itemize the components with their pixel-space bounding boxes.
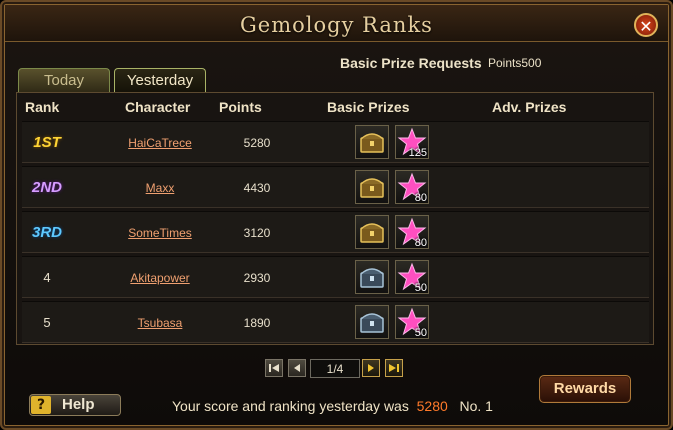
silver-chest-icon[interactable]	[355, 305, 389, 339]
silver-chest-icon[interactable]	[355, 260, 389, 294]
pink-gem-icon[interactable]: 50	[395, 305, 429, 339]
header-adv-prizes: Adv. Prizes	[492, 99, 567, 115]
pink-gem-icon[interactable]: 80	[395, 170, 429, 204]
points-cell: 1890	[243, 316, 271, 330]
window-title: Gemology Ranks	[240, 13, 433, 37]
basic-prize-points: Points500	[488, 56, 542, 70]
yesterday-ranking-status: Your score and ranking yesterday was 528…	[172, 398, 493, 414]
pink-gem-icon[interactable]: 125	[395, 125, 429, 159]
status-score: 5280	[416, 398, 448, 414]
table-row: 1ST HaiCaTrece 5280 125	[22, 121, 649, 163]
points-cell: 3120	[243, 226, 271, 240]
tab-yesterday[interactable]: Yesterday	[114, 68, 206, 92]
table-row: 2ND Maxx 4430 80	[22, 166, 649, 208]
question-icon: ?	[31, 396, 51, 414]
gem-quantity: 125	[408, 147, 427, 159]
rank-cell: 4	[43, 270, 51, 285]
rank-table: Rank Character Points Basic Prizes Adv. …	[16, 92, 654, 345]
rank-cell: 5	[43, 315, 51, 330]
status-text: Your score and ranking yesterday was	[172, 398, 409, 414]
header-character: Character	[125, 99, 191, 115]
rewards-button[interactable]: Rewards	[539, 375, 631, 403]
help-button[interactable]: ? Help	[29, 394, 121, 416]
first-page-button[interactable]	[265, 359, 283, 377]
gem-quantity: 80	[414, 237, 427, 249]
tab-today[interactable]: Today	[18, 68, 110, 92]
close-icon[interactable]: ✕	[634, 13, 658, 37]
title-bar: Gemology Ranks ✕	[5, 5, 668, 42]
gemology-ranks-window: Gemology Ranks ✕ Today Yesterday Basic P…	[0, 0, 673, 430]
pink-gem-icon[interactable]: 80	[395, 215, 429, 249]
status-rank: No. 1	[459, 398, 493, 414]
gold-chest-icon[interactable]	[355, 215, 389, 249]
rank-cell: 3RD	[31, 224, 62, 241]
points-cell: 4430	[243, 181, 271, 195]
rank-cell: 1ST	[33, 134, 61, 151]
points-cell: 5280	[243, 136, 271, 150]
gem-quantity: 50	[414, 282, 427, 294]
points-cell: 2930	[243, 271, 271, 285]
help-label: Help	[62, 396, 95, 413]
character-link[interactable]: Tsubasa	[90, 302, 230, 344]
character-link[interactable]: SomeTimes	[90, 212, 230, 254]
next-page-button[interactable]	[362, 359, 380, 377]
character-link[interactable]: HaiCaTrece	[90, 122, 230, 164]
header-rank: Rank	[25, 99, 60, 115]
table-row: 5 Tsubasa 1890 50	[22, 301, 649, 343]
page-indicator: 1/4	[310, 359, 360, 378]
table-row: 3RD SomeTimes 3120 80	[22, 211, 649, 253]
gem-quantity: 80	[414, 192, 427, 204]
last-page-button[interactable]	[385, 359, 403, 377]
gold-chest-icon[interactable]	[355, 125, 389, 159]
header-basic-prizes: Basic Prizes	[327, 99, 410, 115]
rank-cell: 2ND	[31, 179, 62, 196]
character-link[interactable]: Maxx	[90, 167, 230, 209]
basic-prize-requests-label: Basic Prize Requests	[340, 55, 482, 71]
gem-quantity: 50	[414, 327, 427, 339]
character-link[interactable]: Akitapower	[90, 257, 230, 299]
prev-page-button[interactable]	[288, 359, 306, 377]
table-row: 4 Akitapower 2930 50	[22, 256, 649, 298]
gold-chest-icon[interactable]	[355, 170, 389, 204]
header-points: Points	[219, 99, 262, 115]
pink-gem-icon[interactable]: 50	[395, 260, 429, 294]
